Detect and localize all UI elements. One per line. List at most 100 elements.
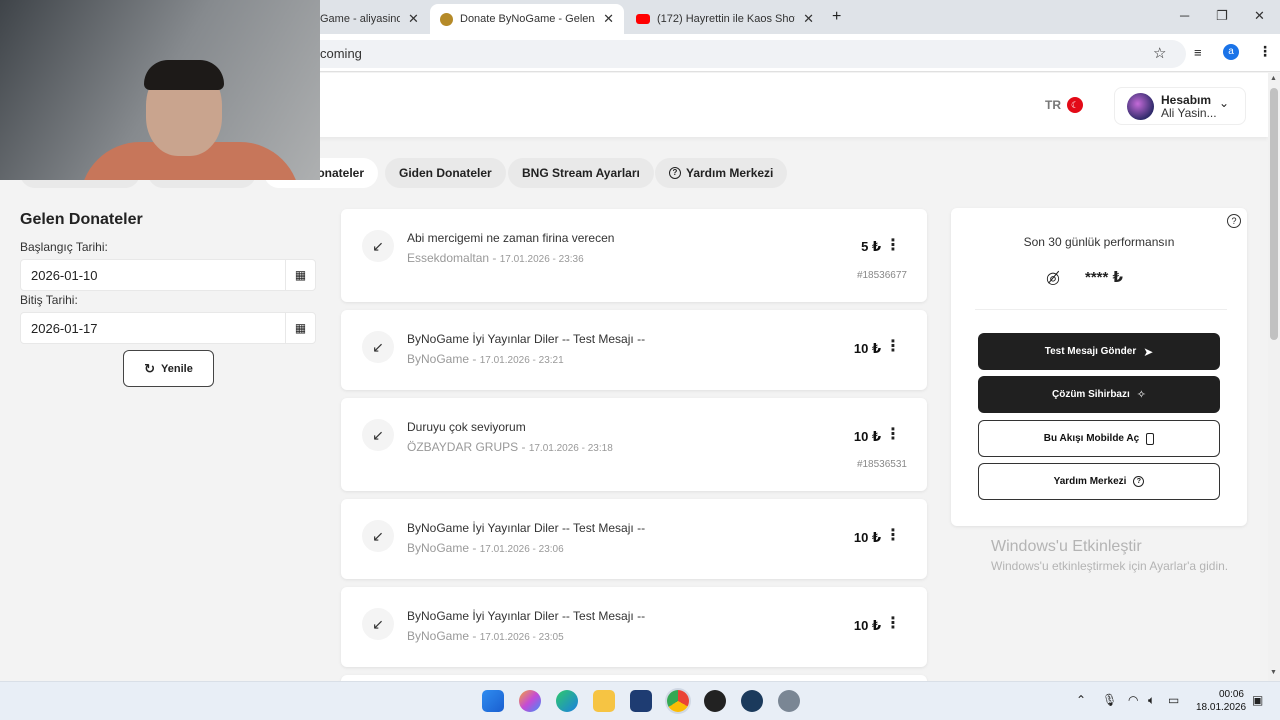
account-menu[interactable]: Hesabım Ali Yasin... ⌄: [1114, 87, 1246, 125]
file-explorer-icon[interactable]: [593, 690, 615, 712]
microphone-icon[interactable]: 🎙︎: [1102, 693, 1117, 707]
browser-tab-donate[interactable]: Donate ByNoGame - Gelen/Gid ✕: [430, 4, 624, 34]
donation-card[interactable]: ↙ Duruyu çok seviyorum ÖZBAYDAR GRUPS - …: [341, 398, 927, 491]
calendar-icon[interactable]: ▦: [285, 313, 315, 343]
nav-tab-yardim-merkezi[interactable]: ? Yardım Merkezi: [655, 158, 788, 188]
button-label: Bu Akışı Mobilde Aç: [1043, 433, 1140, 444]
incoming-arrow-icon: ↙: [362, 608, 394, 640]
donation-sender: ByNoGame: [407, 629, 470, 643]
notification-icon[interactable]: ▣: [1252, 693, 1263, 707]
help-circle-icon: ?: [669, 167, 681, 179]
profile-avatar-icon[interactable]: a: [1223, 44, 1239, 60]
edge-icon[interactable]: [556, 690, 578, 712]
donation-amount: 10 ₺: [853, 530, 881, 545]
scroll-up-icon[interactable]: ▲: [1270, 75, 1277, 82]
watermark-subtitle: Windows'u etkinleştirmek için Ayarlar'a …: [991, 559, 1229, 573]
test-message-button[interactable]: Test Mesajı Gönder ➤: [978, 333, 1220, 370]
page-title: Gelen Donateler: [20, 211, 143, 228]
browser-tab-aliyasino[interactable]: Game - aliyasino ✕: [310, 4, 430, 34]
donation-sender: ÖZBAYDAR GRUPS: [407, 440, 519, 454]
close-icon[interactable]: ✕: [603, 11, 614, 27]
order-id: #18536677: [856, 270, 907, 281]
webcam-overlay: [0, 0, 320, 180]
copilot-icon[interactable]: [519, 690, 541, 712]
page-scrollbar[interactable]: ▲ ▼: [1268, 73, 1280, 681]
media-control-icon[interactable]: ≡: [1194, 45, 1202, 60]
incoming-arrow-icon: ↙: [362, 230, 394, 262]
clock-time: 00:06: [1218, 689, 1244, 700]
donation-card[interactable]: ↙ ByNoGame İyi Yayınlar Diler -- Test Me…: [341, 587, 927, 667]
more-options-icon[interactable]: ⋮: [885, 613, 901, 633]
donation-sender: ByNoGame: [407, 541, 470, 555]
end-date-field[interactable]: 2026-01-17 ▦: [20, 312, 316, 344]
start-icon[interactable]: [482, 690, 504, 712]
url-input[interactable]: coming: [296, 40, 1186, 68]
open-mobile-button[interactable]: Bu Akışı Mobilde Aç: [978, 420, 1220, 457]
donation-card[interactable]: ↙ ByNoGame İyi Yayınlar Diler -- Test Me…: [341, 499, 927, 579]
solution-wizard-button[interactable]: Çözüm Sihirbazı ✧: [978, 376, 1220, 413]
help-circle-icon[interactable]: ?: [1227, 214, 1241, 228]
tab-title: Donate ByNoGame - Gelen/Gid: [460, 13, 595, 25]
language-label[interactable]: TR: [1045, 98, 1061, 112]
donation-message: ByNoGame İyi Yayınlar Diler -- Test Mesa…: [407, 521, 646, 535]
close-icon[interactable]: ✕: [408, 11, 419, 27]
close-window-icon[interactable]: ✕: [1254, 8, 1265, 24]
button-label: Çözüm Sihirbazı: [1051, 389, 1130, 400]
game-launcher-icon[interactable]: [704, 690, 726, 712]
nav-tab-label: Yardım Merkezi: [686, 166, 774, 180]
browser-menu-icon[interactable]: ⋮: [1258, 43, 1272, 60]
more-options-icon[interactable]: ⋮: [885, 336, 901, 356]
chevron-down-icon: ⌄: [1219, 96, 1230, 110]
account-name: Ali Yasin...: [1161, 106, 1217, 120]
mobile-phone-icon: [1146, 432, 1155, 445]
donation-date: 17.01.2026 - 23:06: [479, 544, 564, 555]
volume-icon[interactable]: 🔈︎: [1148, 693, 1155, 708]
bookmark-star-icon[interactable]: ☆: [1153, 44, 1166, 62]
close-icon[interactable]: ✕: [803, 11, 814, 27]
wifi-icon[interactable]: ◠: [1128, 693, 1138, 707]
donation-message: ByNoGame İyi Yayınlar Diler -- Test Mesa…: [407, 609, 646, 623]
chrome-icon[interactable]: [667, 690, 689, 712]
more-options-icon[interactable]: ⋮: [885, 235, 901, 255]
donation-message: Duruyu çok seviyorum: [407, 420, 526, 434]
more-options-icon[interactable]: ⋮: [885, 525, 901, 545]
donation-date: 17.01.2026 - 23:36: [499, 254, 584, 265]
start-date-field[interactable]: 2026-01-10 ▦: [20, 259, 316, 291]
eye-off-icon[interactable]: ◎̸: [1046, 268, 1060, 288]
minimize-icon[interactable]: ─: [1180, 8, 1189, 23]
steam-icon[interactable]: [741, 690, 763, 712]
start-date-value: 2026-01-10: [31, 268, 98, 283]
settings-gear-icon[interactable]: [778, 690, 800, 712]
watermark-title: Windows'u Etkinleştir: [991, 538, 1142, 555]
divider: [975, 309, 1227, 310]
start-date-label: Başlangıç Tarihi:: [20, 240, 108, 254]
scroll-down-icon[interactable]: ▼: [1270, 669, 1277, 676]
account-label: Hesabım: [1161, 93, 1212, 107]
incoming-arrow-icon: ↙: [362, 419, 394, 451]
calendar-icon[interactable]: ▦: [285, 260, 315, 290]
refresh-icon: ↻: [144, 360, 156, 376]
scrollbar-thumb[interactable]: [1270, 88, 1278, 340]
donation-amount: 10 ₺: [853, 429, 881, 444]
system-clock[interactable]: 00:06 18.01.2026: [1196, 688, 1246, 714]
browser-tab-youtube[interactable]: (172) Hayrettin ile Kaos Show - ✕: [626, 4, 824, 34]
donation-card[interactable]: ↙ ByNoGame İyi Yayınlar Diler -- Test Me…: [341, 310, 927, 390]
more-options-icon[interactable]: ⋮: [885, 424, 901, 444]
chevron-up-icon[interactable]: ⌃: [1076, 693, 1086, 707]
battery-icon[interactable]: ▭: [1168, 693, 1179, 707]
tab-title: (172) Hayrettin ile Kaos Show -: [657, 13, 796, 25]
new-tab-button[interactable]: +: [832, 8, 841, 26]
incoming-arrow-icon: ↙: [362, 520, 394, 552]
nav-tab-stream-ayarlari[interactable]: BNG Stream Ayarları: [508, 158, 654, 188]
microsoft-store-icon[interactable]: [630, 690, 652, 712]
refresh-button[interactable]: ↻ Yenile: [123, 350, 214, 387]
donation-card[interactable]: ↙ Abi mercigemi ne zaman firina verecen …: [341, 209, 927, 302]
send-icon: ➤: [1143, 344, 1154, 359]
webcam-person-hair: [144, 60, 224, 90]
turkey-flag-icon[interactable]: ☾: [1067, 97, 1083, 113]
nav-tab-giden-donateler[interactable]: Giden Donateler: [385, 158, 506, 188]
maximize-icon[interactable]: ❐: [1216, 8, 1228, 24]
help-center-button[interactable]: Yardım Merkezi ?: [978, 463, 1220, 500]
donation-sender: Essekdomaltan: [407, 251, 490, 265]
donation-date: 17.01.2026 - 23:05: [479, 632, 564, 643]
